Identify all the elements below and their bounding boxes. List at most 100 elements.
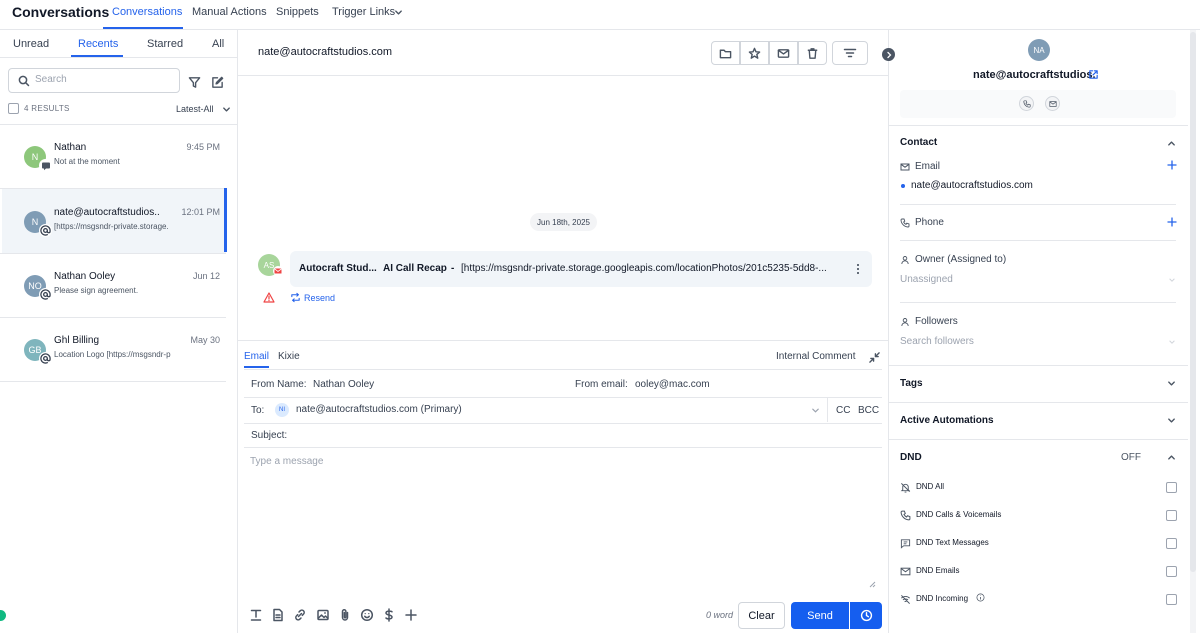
send-button[interactable]: Send bbox=[791, 602, 849, 629]
folder-icon bbox=[719, 47, 732, 60]
chevron-up-icon[interactable] bbox=[1167, 139, 1176, 148]
message-input[interactable] bbox=[244, 450, 880, 590]
chevron-down-icon[interactable] bbox=[1168, 276, 1176, 284]
email-value[interactable]: nate@autocraftstudios.com bbox=[911, 180, 1033, 191]
resend-button[interactable]: Resend bbox=[290, 292, 335, 303]
chevron-right-icon bbox=[885, 51, 893, 59]
payment-dollar-icon[interactable] bbox=[382, 608, 396, 622]
info-icon[interactable] bbox=[976, 593, 985, 602]
from-name-label: From Name: bbox=[251, 379, 307, 390]
filter-tab-unread[interactable]: Unread bbox=[13, 38, 49, 50]
filter-tab-recents[interactable]: Recents bbox=[78, 38, 118, 50]
dnd-text-checkbox[interactable] bbox=[1166, 538, 1177, 549]
clear-button[interactable]: Clear bbox=[738, 602, 785, 629]
chevron-down-icon[interactable] bbox=[1168, 338, 1176, 346]
dnd-option-label: DND All bbox=[916, 482, 945, 491]
app-title: Conversations bbox=[12, 4, 110, 20]
active-tab-indicator bbox=[103, 27, 183, 29]
dnd-option-label: DND Text Messages bbox=[916, 538, 989, 547]
filter-icon[interactable] bbox=[188, 76, 201, 89]
composer-tab-kixie[interactable]: Kixie bbox=[278, 351, 300, 362]
select-all-checkbox[interactable] bbox=[8, 103, 19, 114]
email-label: Email bbox=[915, 161, 941, 172]
filter-tab-all[interactable]: All bbox=[212, 38, 224, 50]
chevron-down-icon[interactable] bbox=[811, 406, 820, 415]
from-email-label: From email: bbox=[575, 379, 628, 390]
composer-tab-email[interactable]: Email bbox=[244, 351, 269, 362]
internal-comment-toggle[interactable]: Internal Comment bbox=[776, 351, 855, 362]
link-icon[interactable] bbox=[293, 608, 307, 622]
divider bbox=[900, 302, 1176, 303]
email-at-icon bbox=[39, 352, 52, 365]
dnd-emails-checkbox[interactable] bbox=[1166, 566, 1177, 577]
chevron-down-icon[interactable] bbox=[1167, 416, 1176, 425]
from-email-value[interactable]: ooley@mac.com bbox=[635, 379, 710, 390]
collapse-composer-icon[interactable] bbox=[869, 352, 880, 363]
plus-icon[interactable] bbox=[404, 608, 418, 622]
list-item[interactable]: GB Ghl Billing May 30 Location Logo [htt… bbox=[2, 317, 226, 381]
add-email-icon[interactable] bbox=[1167, 160, 1177, 170]
to-label: To: bbox=[251, 405, 265, 416]
search-box[interactable] bbox=[8, 68, 180, 93]
from-name-value[interactable]: Nathan Ooley bbox=[313, 379, 374, 390]
dnd-all-checkbox[interactable] bbox=[1166, 482, 1177, 493]
automations-section-title[interactable]: Active Automations bbox=[900, 415, 994, 426]
more-vertical-icon[interactable] bbox=[855, 263, 861, 275]
mark-read-button[interactable] bbox=[769, 41, 798, 65]
emoji-icon[interactable] bbox=[360, 608, 374, 622]
followers-label: Followers bbox=[915, 316, 958, 327]
compose-icon[interactable] bbox=[211, 76, 224, 89]
to-field-value[interactable]: nate@autocraftstudios.com (Primary) bbox=[296, 404, 462, 415]
message-preview: Location Logo [https://msgsndr-p bbox=[54, 350, 171, 359]
star-button[interactable] bbox=[740, 41, 769, 65]
nav-tab-trigger-links[interactable]: Trigger Links bbox=[332, 6, 395, 18]
chevron-down-icon[interactable] bbox=[1167, 379, 1176, 388]
cc-button[interactable]: CC bbox=[836, 405, 850, 416]
list-item[interactable]: N Nathan 9:45 PM Not at the moment bbox=[2, 124, 226, 188]
search-input[interactable] bbox=[35, 74, 175, 85]
resize-handle-icon[interactable] bbox=[868, 580, 876, 588]
phone-label: Phone bbox=[915, 217, 944, 228]
bcc-button[interactable]: BCC bbox=[858, 405, 879, 416]
message-bubble[interactable]: Autocraft Stud... AI Call Recap - [https… bbox=[290, 251, 872, 287]
email-at-icon bbox=[39, 224, 52, 237]
image-icon[interactable] bbox=[316, 608, 330, 622]
add-phone-icon[interactable] bbox=[1167, 217, 1177, 227]
delete-button[interactable] bbox=[798, 41, 827, 65]
dnd-calls-checkbox[interactable] bbox=[1166, 510, 1177, 521]
collapse-panel-button[interactable] bbox=[882, 48, 895, 61]
external-link-icon[interactable] bbox=[1088, 69, 1099, 80]
clock-icon bbox=[860, 609, 873, 622]
sort-select[interactable]: Latest-All bbox=[176, 104, 231, 114]
schedule-send-button[interactable] bbox=[850, 602, 882, 629]
list-item[interactable]: NO Nathan Ooley Jun 12 Please sign agree… bbox=[2, 253, 226, 317]
tags-section-title[interactable]: Tags bbox=[900, 378, 923, 389]
user-icon bbox=[900, 317, 910, 327]
nav-tab-snippets[interactable]: Snippets bbox=[276, 6, 319, 18]
chevron-up-icon[interactable] bbox=[1167, 453, 1176, 462]
chevron-down-icon bbox=[222, 105, 231, 114]
call-button[interactable] bbox=[1019, 96, 1034, 111]
message-preview: Please sign agreement. bbox=[54, 286, 139, 295]
filter-messages-button[interactable] bbox=[832, 41, 868, 65]
template-icon[interactable] bbox=[271, 608, 285, 622]
dnd-incoming-checkbox[interactable] bbox=[1166, 594, 1177, 605]
email-button[interactable] bbox=[1045, 96, 1060, 111]
chevron-down-icon[interactable] bbox=[394, 8, 403, 17]
filter-lines-icon bbox=[843, 47, 857, 59]
composer-tab-indicator bbox=[244, 366, 269, 368]
nav-tab-manual-actions[interactable]: Manual Actions bbox=[192, 6, 267, 18]
followers-search[interactable]: Search followers bbox=[900, 336, 974, 347]
nav-tab-conversations[interactable]: Conversations bbox=[112, 6, 182, 18]
owner-select[interactable]: Unassigned bbox=[900, 274, 953, 285]
filter-tab-starred[interactable]: Starred bbox=[147, 38, 183, 50]
word-count: 0 word bbox=[706, 610, 734, 620]
divider bbox=[900, 204, 1176, 205]
list-item[interactable]: N nate@autocraftstudios.. 12:01 PM [http… bbox=[2, 189, 226, 253]
divider bbox=[889, 125, 1188, 126]
attachment-icon[interactable] bbox=[338, 608, 352, 622]
move-folder-button[interactable] bbox=[711, 41, 740, 65]
scrollbar-thumb[interactable] bbox=[1190, 32, 1196, 572]
results-count: 4 RESULTS bbox=[24, 104, 70, 113]
text-format-icon[interactable] bbox=[249, 608, 263, 622]
